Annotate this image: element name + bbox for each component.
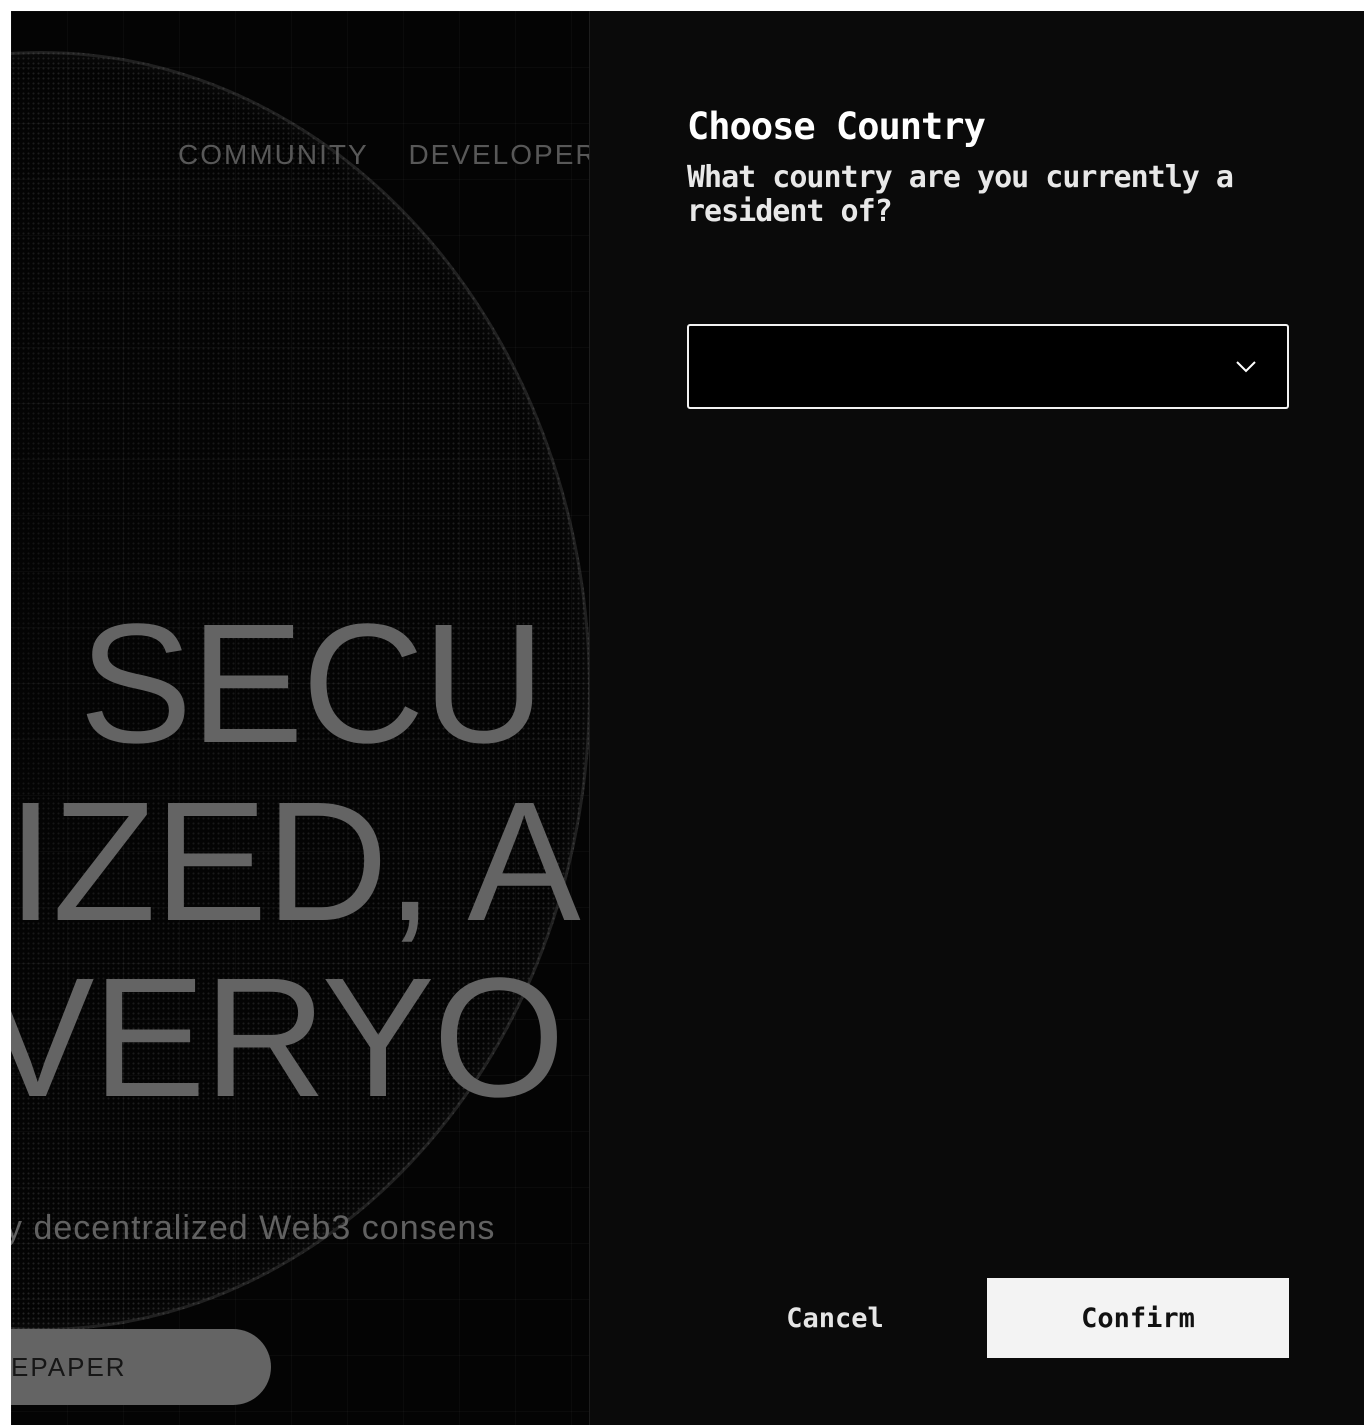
confirm-button[interactable]: Confirm <box>987 1278 1289 1358</box>
modal-backdrop[interactable] <box>11 11 589 1425</box>
country-select-value <box>701 354 883 380</box>
cancel-button[interactable]: Cancel <box>720 1278 950 1358</box>
background-page: COMMUNITY DEVELOPER SECU IZED, A VERYO y… <box>11 11 589 1425</box>
screen: COMMUNITY DEVELOPER SECU IZED, A VERYO y… <box>11 11 1364 1425</box>
country-select[interactable] <box>687 324 1289 409</box>
choose-country-modal: Choose Country What country are you curr… <box>589 11 1364 1425</box>
modal-question: What country are you currently a residen… <box>687 160 1234 229</box>
chevron-down-icon <box>1236 361 1256 373</box>
modal-title: Choose Country <box>687 105 986 148</box>
